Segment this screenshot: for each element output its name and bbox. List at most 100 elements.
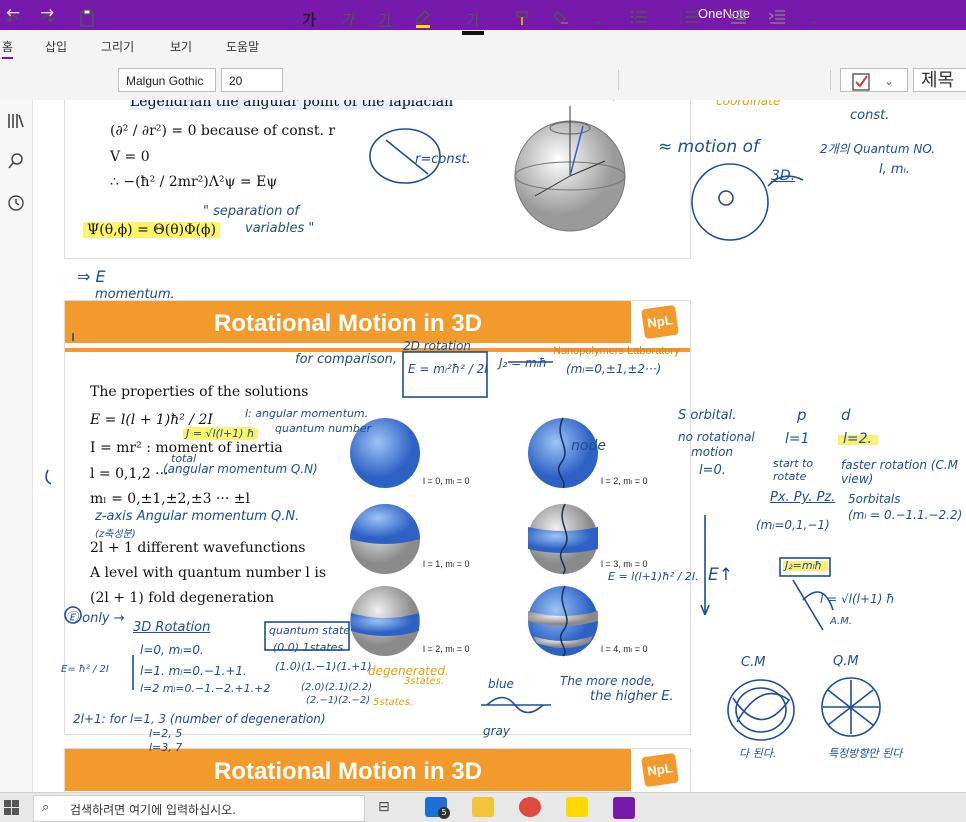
ink-note: quantum state	[269, 624, 351, 637]
ink-note: l, mₗ.	[879, 162, 910, 177]
outdent-icon[interactable]	[727, 9, 749, 31]
ink-note: (z축성분)	[95, 529, 136, 540]
ink-note: variables "	[245, 221, 315, 236]
ink-note: 2l+1: for l=1, 3 (number of degeneration…	[73, 712, 326, 726]
format-painter-icon[interactable]	[512, 9, 534, 31]
ink-note: 특정방향만 된다	[828, 747, 903, 760]
italic-button[interactable]: 가	[336, 9, 358, 31]
tab-help[interactable]: 도움말	[226, 38, 259, 55]
ink-note: d	[841, 406, 851, 424]
ink-note: node	[571, 438, 606, 454]
chrome-icon[interactable]	[519, 797, 541, 817]
ink-note: (1.0)(1.−1)(1.+1)	[275, 660, 372, 673]
indent-icon[interactable]	[766, 9, 788, 31]
search-icon: ⌕	[42, 800, 50, 815]
ink-note: J₂ = mₗħ	[499, 356, 548, 370]
ink-note: gray	[483, 724, 511, 738]
font-color-label: 가	[466, 11, 480, 29]
ink-note: (mₗ=0,±1,±2···)	[566, 362, 662, 376]
ink-note: l=0.	[699, 463, 726, 478]
ink-note: E= ħ² / 2I	[61, 664, 109, 675]
ink-note: l=3, 7	[149, 741, 183, 754]
chevron-down-icon[interactable]: ⌄	[806, 9, 822, 31]
toolbar-divider	[618, 70, 619, 90]
ink-note: l=2.	[843, 431, 872, 447]
eraser-icon[interactable]	[550, 9, 572, 31]
ink-note: z-axis Angular momentum Q.N.	[95, 509, 300, 524]
undo-icon[interactable]: ↶	[2, 9, 22, 31]
tab-view[interactable]: 보기	[170, 38, 192, 55]
ink-note: E = mₗ²ħ² / 2I	[408, 362, 488, 376]
ink-note: 다 된다.	[739, 747, 777, 760]
task-view-icon[interactable]: ⊟	[378, 799, 390, 815]
ink-note: l=1. mₗ=0.−1.+1.	[140, 664, 247, 678]
file-explorer-icon[interactable]	[472, 797, 494, 817]
ink-note: (mₗ=0,1,−1)	[756, 518, 830, 532]
ink-note: Ⓔ only →	[65, 611, 125, 626]
windows-start-icon[interactable]	[4, 800, 19, 819]
ink-note: E = l(l+1)ħ² / 2I.	[608, 570, 699, 583]
ink-note: the higher E.	[590, 689, 674, 704]
ink-note: E↑	[708, 565, 733, 585]
numbering-icon[interactable]: 123	[678, 9, 700, 31]
svg-text:3: 3	[679, 20, 682, 25]
clipboard-icon[interactable]	[76, 9, 98, 31]
font-color-button[interactable]: 가	[462, 9, 484, 35]
tab-insert[interactable]: 삽입	[45, 38, 67, 55]
ink-note: l=0, mₗ=0.	[140, 643, 204, 657]
ink-note: Q.M	[833, 654, 859, 669]
ink-note: (2.−1)(2.−2)	[306, 695, 371, 706]
underline-button[interactable]: 가	[374, 9, 396, 31]
ink-note: quantum number	[275, 422, 372, 435]
chevron-down-icon: ⌄	[884, 76, 894, 88]
search-icon[interactable]	[5, 152, 27, 174]
ink-note: 3D.	[771, 168, 796, 184]
ink-note: (angular momentum Q.N)	[163, 462, 318, 476]
ink-note: 3D Rotation	[133, 620, 211, 635]
ink-note: S orbital.	[678, 408, 737, 423]
ink-note: momentum.	[95, 287, 175, 302]
ink-note: faster rotation (C.M view)	[841, 458, 959, 486]
ink-note: p	[797, 406, 807, 424]
ink-note: r=const.	[415, 152, 471, 167]
ink-note: J = √l(l+1) ħ	[186, 427, 255, 440]
ink-note: l = √l(l+1) ħ	[820, 592, 895, 606]
left-navigation-rail	[0, 100, 33, 792]
ink-note: l=2 mₗ=0.−1.−2.+1.+2	[140, 682, 271, 695]
ink-note: Px. Py. Pz.	[770, 490, 836, 505]
redo-icon[interactable]: ↷	[38, 9, 58, 31]
kakaotalk-icon[interactable]	[566, 797, 588, 817]
chevron-down-icon[interactable]: ⌄	[590, 9, 606, 31]
taskbar-search-input[interactable]: ⌕ 검색하려면 여기에 입력하십시오.	[33, 795, 365, 822]
mail-badge: 5	[438, 807, 450, 819]
bold-button[interactable]: 가	[298, 9, 320, 31]
style-select[interactable]: 제목	[913, 68, 966, 92]
ink-note: 5orbitals	[848, 492, 901, 506]
ink-note: blue	[488, 677, 514, 691]
ink-note: l=1	[785, 431, 810, 447]
mail-icon[interactable]: 5	[425, 797, 450, 819]
ink-note: C.M	[741, 655, 766, 670]
ink-note: The more node,	[560, 674, 656, 688]
tab-home[interactable]: 홈	[2, 38, 14, 59]
ink-note: ≈ motion of	[658, 137, 759, 157]
bullets-icon[interactable]	[628, 9, 650, 31]
onenote-taskbar-icon[interactable]	[613, 797, 635, 819]
ink-note: (mₗ = 0.−1.1.−2.2)	[848, 508, 963, 522]
ink-note: (0.0) 1states	[273, 641, 344, 654]
todo-checkbox-icon	[852, 73, 870, 91]
ink-note: no rotational	[678, 430, 755, 444]
ink-note: start to rotate	[773, 457, 814, 483]
font-family-select[interactable]: Malgun Gothic	[118, 68, 216, 92]
ink-note: A.M.	[830, 616, 853, 627]
ink-note: motion	[691, 445, 734, 459]
ink-note: const.	[850, 108, 890, 123]
ink-note: 5states.	[373, 697, 414, 708]
page-canvas[interactable]: Legendrian the angular point of the lapl…	[33, 100, 966, 792]
font-size-select[interactable]: 20	[221, 68, 283, 92]
tag-todo-select[interactable]: ⌄	[840, 68, 908, 92]
tab-draw[interactable]: 그리기	[101, 38, 134, 55]
highlighter-icon[interactable]	[412, 9, 434, 31]
library-icon[interactable]	[5, 112, 27, 134]
recent-icon[interactable]	[5, 194, 27, 216]
